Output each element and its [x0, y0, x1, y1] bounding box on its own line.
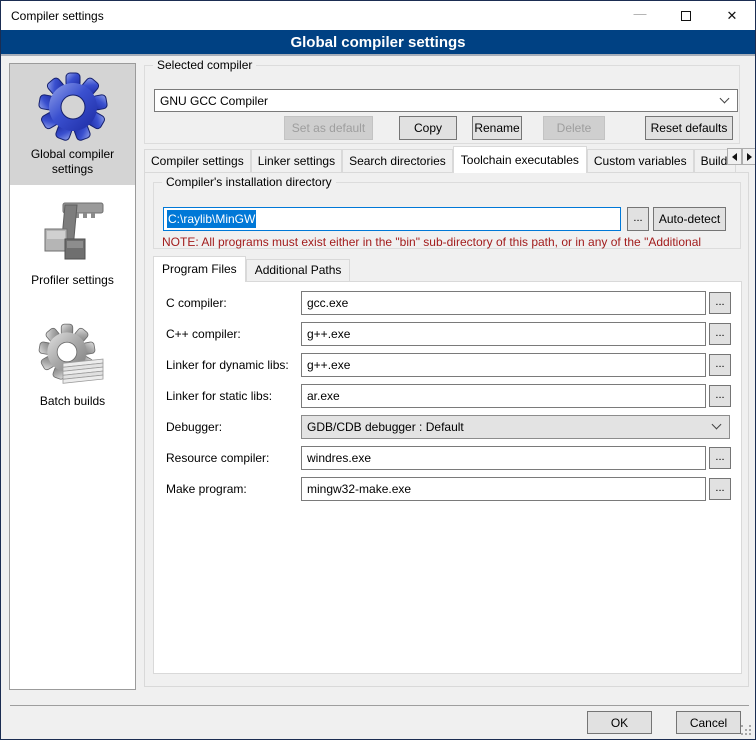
- c-compiler-input[interactable]: [301, 291, 706, 315]
- group-legend: Compiler's installation directory: [162, 175, 336, 189]
- sidebar-item-label: Global compiler settings: [10, 147, 135, 177]
- field-label: Linker for dynamic libs:: [166, 358, 289, 372]
- cpp-compiler-row: C++ compiler: ...: [154, 322, 741, 346]
- auto-detect-button[interactable]: Auto-detect: [653, 207, 726, 231]
- install-dir-selected-text: C:\raylib\MinGW: [167, 210, 256, 228]
- compiler-select-value: GNU GCC Compiler: [160, 94, 268, 108]
- tab-compiler-settings[interactable]: Compiler settings: [144, 149, 251, 172]
- sidebar-item-batch-builds[interactable]: Batch builds: [10, 320, 135, 409]
- field-label: Linker for static libs:: [166, 389, 272, 403]
- rename-button[interactable]: Rename: [472, 116, 522, 140]
- field-label: Debugger:: [166, 420, 222, 434]
- selected-compiler-group: Selected compiler GNU GCC Compiler Set a…: [144, 65, 740, 144]
- make-program-input[interactable]: [301, 477, 706, 501]
- c-compiler-row: C compiler: ...: [154, 291, 741, 315]
- gear-stack-icon: [37, 320, 109, 392]
- dynamic-linker-row: Linker for dynamic libs: ...: [154, 353, 741, 377]
- note-text: NOTE: All programs must exist either in …: [162, 235, 740, 249]
- sidebar-item-label: Profiler settings: [10, 273, 135, 288]
- static-linker-browse-button[interactable]: ...: [709, 385, 731, 407]
- arrow-left-icon: [732, 153, 737, 161]
- program-files-panel: C compiler: ... C++ compiler: ... Linker…: [153, 281, 742, 674]
- maximize-button[interactable]: [663, 1, 709, 30]
- field-label: Make program:: [166, 482, 247, 496]
- cpp-compiler-input[interactable]: [301, 322, 706, 346]
- close-icon: ✕: [727, 8, 738, 24]
- install-dir-browse-button[interactable]: ...: [627, 207, 649, 231]
- static-linker-row: Linker for static libs: ...: [154, 384, 741, 408]
- program-files-tab-bar: Program Files Additional Paths: [153, 256, 350, 282]
- tab-toolchain-executables[interactable]: Toolchain executables: [453, 146, 587, 173]
- close-button[interactable]: ✕: [709, 1, 755, 30]
- tab-custom-variables[interactable]: Custom variables: [587, 149, 694, 172]
- set-as-default-button[interactable]: Set as default: [284, 116, 373, 140]
- reset-defaults-button[interactable]: Reset defaults: [645, 116, 733, 140]
- sidebar-item-label: Batch builds: [10, 394, 135, 409]
- resize-grip[interactable]: [741, 725, 752, 736]
- tab-search-directories[interactable]: Search directories: [342, 149, 453, 172]
- tab-scroll-right-button[interactable]: [742, 148, 756, 165]
- cancel-button[interactable]: Cancel: [676, 711, 741, 734]
- tab-additional-paths[interactable]: Additional Paths: [246, 259, 351, 281]
- toolchain-executables-panel: Compiler's installation directory C:\ray…: [144, 172, 749, 687]
- copy-button[interactable]: Copy: [399, 116, 457, 140]
- footer-divider: [10, 705, 749, 706]
- sidebar-item-profiler-settings[interactable]: Profiler settings: [10, 197, 135, 288]
- c-compiler-browse-button[interactable]: ...: [709, 292, 731, 314]
- settings-tab-bar: Compiler settings Linker settings Search…: [144, 146, 736, 173]
- gear-blue-icon: [37, 69, 109, 145]
- installation-directory-group: Compiler's installation directory C:\ray…: [153, 182, 741, 249]
- field-label: C++ compiler:: [166, 327, 241, 341]
- debugger-select-value: GDB/CDB debugger : Default: [307, 420, 464, 434]
- make-program-browse-button[interactable]: ...: [709, 478, 731, 500]
- minimize-button[interactable]: —: [617, 1, 663, 30]
- page-title: Global compiler settings: [1, 30, 755, 56]
- resource-compiler-input[interactable]: [301, 446, 706, 470]
- ok-button[interactable]: OK: [587, 711, 652, 734]
- window-controls: — ✕: [617, 1, 755, 30]
- debugger-row: Debugger: GDB/CDB debugger : Default: [154, 415, 741, 439]
- tab-program-files[interactable]: Program Files: [153, 256, 246, 282]
- compiler-select[interactable]: GNU GCC Compiler: [154, 89, 738, 112]
- compiler-settings-dialog: Compiler settings — ✕ Global compiler se…: [0, 0, 756, 740]
- arrow-right-icon: [747, 153, 752, 161]
- static-linker-input[interactable]: [301, 384, 706, 408]
- resource-compiler-row: Resource compiler: ...: [154, 446, 741, 470]
- sidebar-item-global-compiler-settings[interactable]: Global compiler settings: [10, 64, 135, 185]
- chevron-down-icon: [712, 420, 722, 430]
- field-label: C compiler:: [166, 296, 227, 310]
- window-title: Compiler settings: [11, 9, 104, 23]
- make-program-row: Make program: ...: [154, 477, 741, 501]
- dynamic-linker-input[interactable]: [301, 353, 706, 377]
- caliper-icon: [37, 197, 109, 271]
- debugger-select[interactable]: GDB/CDB debugger : Default: [301, 415, 730, 439]
- maximize-icon: [681, 11, 691, 21]
- resource-compiler-browse-button[interactable]: ...: [709, 447, 731, 469]
- install-dir-input[interactable]: C:\raylib\MinGW: [163, 207, 621, 231]
- delete-button[interactable]: Delete: [543, 116, 605, 140]
- field-label: Resource compiler:: [166, 451, 269, 465]
- tab-linker-settings[interactable]: Linker settings: [251, 149, 342, 172]
- title-bar: Compiler settings — ✕: [1, 1, 755, 30]
- minimize-icon: —: [634, 6, 647, 21]
- settings-sidebar: Global compiler settings Profiler settin…: [9, 63, 136, 690]
- group-legend: Selected compiler: [153, 58, 256, 72]
- dynamic-linker-browse-button[interactable]: ...: [709, 354, 731, 376]
- tab-scroll-buttons: [727, 148, 756, 165]
- tab-scroll-left-button[interactable]: [727, 148, 742, 165]
- cpp-compiler-browse-button[interactable]: ...: [709, 323, 731, 345]
- chevron-down-icon: [720, 94, 730, 104]
